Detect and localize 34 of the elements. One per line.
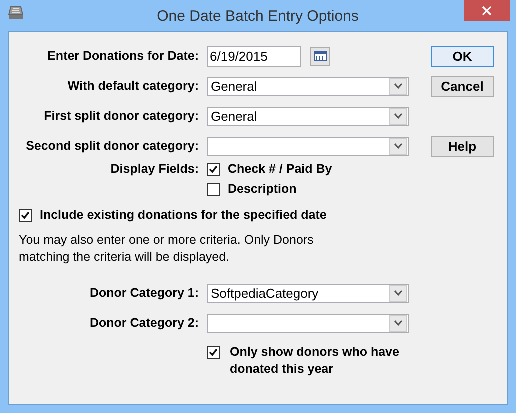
field-value: SoftpediaCategory <box>210 286 320 300</box>
dropdown-field[interactable]: General <box>207 76 409 96</box>
checkbox[interactable] <box>19 208 32 222</box>
field-value: General <box>210 108 258 124</box>
field-label: Enter Donations for Date: <box>46 49 199 63</box>
instruction-text: You may also enter one or more criteria. Only Donors matching the criteria will be displayed. <box>19 232 315 266</box>
checkbox[interactable] <box>207 162 220 176</box>
calendar-icon <box>314 51 326 61</box>
field-label: Second split donor category: <box>25 139 199 153</box>
field-label: Display Fields: <box>110 162 199 178</box>
calendar-button[interactable] <box>310 46 330 66</box>
checkbox-label[interactable]: Include existing donations for the specified date <box>40 208 327 222</box>
checkbox[interactable] <box>207 346 220 359</box>
dropdown-field[interactable] <box>207 314 409 332</box>
dialog-button[interactable]: OK <box>431 46 494 66</box>
window-title: One Date Batch Entry Options <box>157 6 359 24</box>
field-label: First split donor category: <box>43 109 199 123</box>
field-label: Donor Category 2: <box>88 316 199 330</box>
checkbox-label[interactable]: Only show donors who have donated this year <box>230 344 417 378</box>
checkbox-label[interactable]: Description <box>228 182 297 196</box>
checkbox[interactable] <box>207 182 220 196</box>
field-value: General <box>210 78 258 94</box>
close-button[interactable] <box>464 0 510 21</box>
dropdown-field[interactable]: SoftpediaCategory <box>207 284 409 302</box>
date-field[interactable]: 6/19/2015 <box>207 46 301 66</box>
field-label: With default category: <box>66 79 199 93</box>
dialog-button[interactable]: Cancel <box>431 76 494 96</box>
dialog-button[interactable]: Help <box>431 136 494 156</box>
dropdown-field[interactable] <box>207 136 409 156</box>
close-icon <box>482 6 492 16</box>
dropdown-field[interactable]: General <box>207 106 409 126</box>
checkbox-label[interactable]: Check # / Paid By <box>228 162 332 176</box>
field-label: Donor Category 1: <box>88 286 199 300</box>
field-value: 6/19/2015 <box>210 48 268 64</box>
